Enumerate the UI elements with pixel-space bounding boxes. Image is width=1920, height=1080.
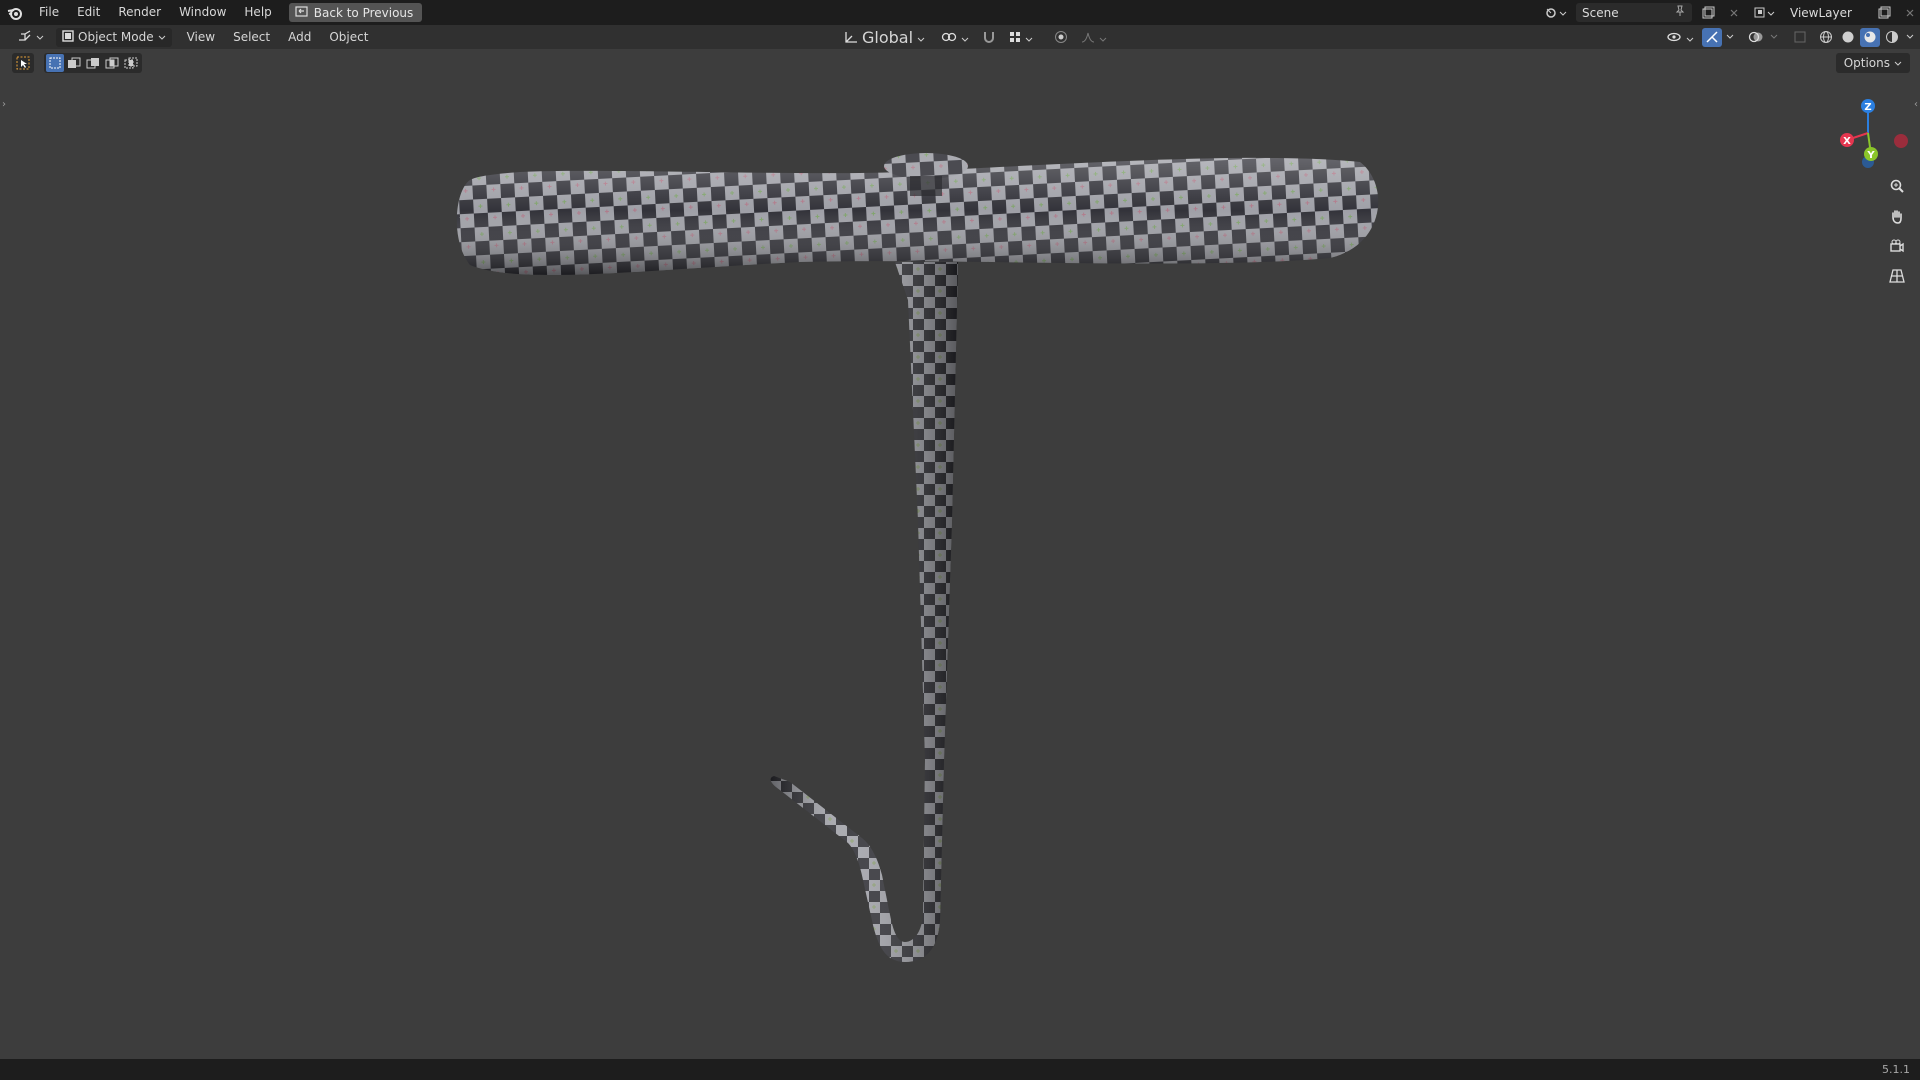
snap-target-dropdown[interactable] [1003,28,1039,47]
rendered-shading-icon[interactable] [1882,28,1902,47]
toolbar-expand-chevron-icon[interactable]: › [2,99,6,110]
chevron-down-icon [36,30,44,44]
xray-toggle-icon[interactable] [1790,28,1810,47]
scene-browse-icon[interactable] [1542,3,1570,22]
chevron-down-icon [1686,28,1694,47]
select-extend-icon[interactable] [65,54,83,72]
falloff-curve-icon [1081,28,1095,47]
menu-add[interactable]: Add [279,25,320,49]
gizmo-z-label: Z [1864,102,1871,113]
select-subtract-icon[interactable] [84,54,102,72]
options-label: Options [1843,56,1890,70]
orientation-axes-icon [844,28,858,47]
pan-hand-icon[interactable] [1884,204,1910,228]
status-bar: 5.1.1 [0,1059,1920,1080]
snap-magnet-icon[interactable] [979,28,999,47]
wireframe-shading-icon[interactable] [1816,28,1836,47]
eye-select-icon [1666,28,1682,47]
scene-name-field[interactable]: Scene [1576,3,1692,22]
view-layer-browse-icon[interactable] [1750,3,1778,22]
corkscrew-model[interactable] [0,49,1920,1059]
menu-render[interactable]: Render [109,0,170,25]
back-to-previous-label: Back to Previous [313,5,414,20]
shading-chevron-down-icon[interactable] [1904,28,1916,47]
select-intersect-icon[interactable] [122,54,140,72]
menu-help[interactable]: Help [235,0,280,25]
navigation-gizmo[interactable]: Z X Y [1823,86,1913,176]
view-layer-text: ViewLayer [1790,5,1852,20]
orientation-label: Global [862,27,914,47]
menu-file[interactable]: File [30,0,68,25]
menu-select[interactable]: Select [224,25,279,49]
pin-icon[interactable] [1674,5,1686,20]
select-tool-button[interactable] [12,53,34,73]
options-dropdown[interactable]: Options [1835,53,1910,73]
scene-name-text: Scene [1582,5,1619,20]
object-mode-icon [62,29,74,45]
sidebar-expand-chevron-icon[interactable]: ‹ [1914,99,1918,110]
visibility-dropdown[interactable] [1660,28,1700,47]
pivot-link-icon [941,28,957,47]
selection-mode-group [44,53,142,73]
top-right-controls: Scene ViewLayer [1542,0,1920,25]
chevron-down-icon [1025,28,1033,47]
delete-scene-icon[interactable] [1724,3,1744,22]
screen-back-icon [295,5,308,20]
blender-logo-icon[interactable] [0,0,30,25]
camera-view-icon[interactable] [1884,234,1910,258]
transform-orientation-dropdown[interactable]: Global [838,28,931,47]
gizmo-toggle-icon[interactable] [1702,27,1722,47]
overlays-chevron-down-icon[interactable] [1768,28,1780,47]
gizmo-y-label: Y [1866,150,1875,161]
zoom-magnifier-icon[interactable] [1884,174,1910,198]
menu-view[interactable]: View [178,25,224,49]
select-set-icon[interactable] [46,54,64,72]
chevron-down-icon [961,28,969,47]
chevron-down-icon [1099,28,1107,47]
select-difference-icon[interactable] [103,54,121,72]
editor-type-dropdown[interactable] [12,28,50,47]
pivot-point-dropdown[interactable] [935,28,975,47]
gizmo-chevron-down-icon[interactable] [1724,28,1736,47]
tool-settings-row [12,53,142,73]
falloff-dropdown[interactable] [1075,28,1113,47]
view-layer-field[interactable]: ViewLayer [1784,3,1868,22]
menu-window[interactable]: Window [170,0,235,25]
chevron-down-icon [917,28,925,47]
3d-viewport[interactable]: › ‹ Z X Y [0,49,1920,1059]
3d-viewport-editor-icon [18,29,32,45]
mode-dropdown[interactable]: Object Mode [56,27,172,47]
new-scene-icon[interactable] [1698,3,1718,22]
menu-edit[interactable]: Edit [68,0,109,25]
snap-grid-icon [1009,28,1021,47]
gizmo-neg-x-axis[interactable] [1894,134,1908,148]
version-label: 5.1.1 [1882,1063,1910,1076]
mode-label: Object Mode [78,30,154,44]
new-view-layer-icon[interactable] [1874,3,1894,22]
material-preview-shading-icon[interactable] [1860,27,1880,47]
chevron-down-icon [1894,56,1902,70]
viewport-navigation [1884,174,1910,288]
perspective-grid-icon[interactable] [1884,264,1910,288]
delete-view-layer-icon[interactable] [1900,3,1920,22]
solid-shading-icon[interactable] [1838,28,1858,47]
back-to-previous-button[interactable]: Back to Previous [288,3,423,22]
transform-tools: Global [838,25,1113,49]
viewport-display-tools [1660,25,1920,49]
overlays-toggle-icon[interactable] [1746,28,1766,47]
menu-object[interactable]: Object [320,25,377,49]
proportional-editing-icon[interactable] [1051,28,1071,47]
top-bar: File Edit Render Window Help Back to Pre… [0,0,1920,25]
chevron-down-icon [158,30,166,44]
gizmo-x-label: X [1843,136,1851,147]
